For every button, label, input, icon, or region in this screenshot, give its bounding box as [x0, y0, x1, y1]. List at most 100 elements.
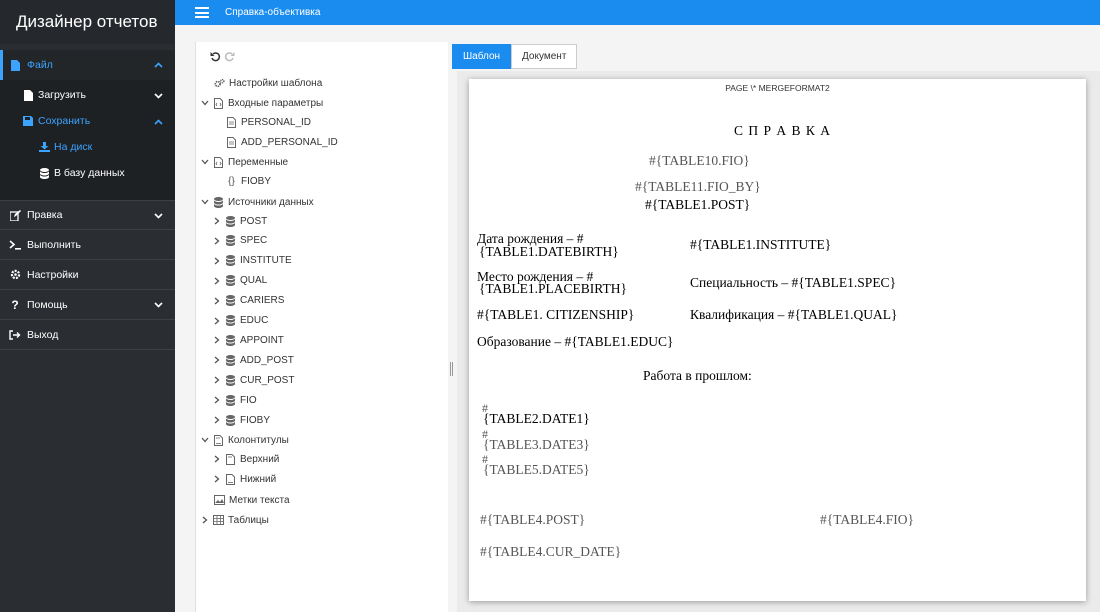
- menu-settings[interactable]: Настройки: [0, 260, 175, 290]
- file-upload-icon: [22, 89, 34, 101]
- doc-past-work: Работа в прошлом:: [643, 368, 752, 383]
- database-icon: [38, 167, 50, 179]
- tree-param-add-personal-id[interactable]: ADD_PERSONAL_ID: [226, 133, 338, 151]
- tree-tables[interactable]: Таблицы: [200, 511, 269, 529]
- topbar: Справка-объективка: [175, 0, 1100, 25]
- sidebar: Дизайнер отчетов Файл Загрузить Сохранит…: [0, 0, 175, 612]
- menu-exit[interactable]: Выход: [0, 320, 175, 350]
- tree-datasource-cur-post[interactable]: CUR_POST: [212, 371, 294, 389]
- chevron-down-icon: [200, 100, 210, 106]
- database-icon: [225, 354, 236, 366]
- hamburger-icon[interactable]: [195, 7, 209, 18]
- doc-educ: Образование – #{TABLE1.EDUC}: [477, 334, 674, 349]
- chevron-right-icon: [212, 455, 222, 463]
- doc-date1: {TABLE2.DATE1}: [483, 411, 590, 426]
- tab-document[interactable]: Документ: [511, 44, 578, 69]
- tree-footer[interactable]: Нижний: [212, 470, 276, 488]
- tree-variables-label: Переменные: [228, 156, 289, 168]
- file-code-icon: [213, 97, 224, 109]
- menu-run[interactable]: Выполнить: [0, 230, 175, 260]
- tree-datasources-label: Источники данных: [228, 196, 314, 208]
- menu-exit-label: Выход: [27, 328, 59, 341]
- tab-template[interactable]: Шаблон: [452, 44, 512, 69]
- tree-variable-label: FIOBY: [241, 175, 272, 187]
- tree-header-label: Верхний: [240, 453, 280, 465]
- chevron-right-icon: [200, 516, 210, 524]
- tree-datasource-post[interactable]: POST: [212, 212, 267, 230]
- database-icon: [225, 414, 236, 426]
- tree-datasource-label: FIO: [240, 394, 257, 406]
- chevron-right-icon: [212, 475, 222, 483]
- gear-icon: [8, 269, 22, 280]
- chevron-right-icon: [212, 376, 222, 384]
- tree-template-settings[interactable]: Настройки шаблона: [214, 74, 322, 92]
- chevron-right-icon: [212, 277, 222, 285]
- save-icon: [22, 116, 34, 126]
- tree-datasource-cariers[interactable]: CARIERS: [212, 292, 284, 310]
- tree-datasource-label: INSTITUTE: [240, 255, 292, 267]
- file-icon: [8, 59, 22, 71]
- menu-file-label: Файл: [27, 59, 53, 71]
- database-icon: [225, 334, 236, 346]
- tree-input-params-label: Входные параметры: [228, 97, 324, 109]
- tree-datasource-fio[interactable]: FIO: [212, 391, 257, 409]
- doc-fio4: #{TABLE4.FIO}: [820, 512, 914, 527]
- tree-datasource-institute[interactable]: INSTITUTE: [212, 252, 292, 270]
- doc-place-value: {TABLE1.PLACEBIRTH}: [479, 281, 627, 296]
- menu-save-label: Сохранить: [38, 115, 91, 127]
- doc-date3: {TABLE3.DATE3}: [483, 437, 590, 452]
- tree-datasource-spec[interactable]: SPEC: [212, 232, 267, 250]
- tree-variables[interactable]: Переменные: [200, 153, 288, 171]
- tree-datasource-label: FIOBY: [240, 414, 271, 426]
- tree-text-labels[interactable]: Метки текста: [214, 491, 290, 509]
- chevron-down-icon: [154, 90, 163, 102]
- menu-edit-label: Правка: [27, 209, 63, 221]
- tree-header[interactable]: Верхний: [212, 450, 279, 468]
- menu-help-label: Помощь: [27, 298, 68, 311]
- undo-icon[interactable]: [210, 51, 221, 62]
- tree-input-params[interactable]: Входные параметры: [200, 94, 323, 112]
- doc-heading: С П Р А В К А: [734, 123, 832, 138]
- doc-spec: Специальность – #{TABLE1.SPEC}: [690, 275, 897, 290]
- database-icon: [213, 196, 224, 208]
- tree-variable-fioby[interactable]: {} FIOBY: [226, 172, 271, 190]
- menu-save-to-db[interactable]: В базу данных: [0, 160, 175, 186]
- menu-help[interactable]: ? Помощь: [0, 290, 175, 320]
- file-icon: [213, 434, 224, 446]
- tree-datasource-fioby[interactable]: FIOBY: [212, 411, 270, 429]
- tree-footer-label: Нижний: [240, 473, 277, 485]
- menu-save[interactable]: Сохранить: [0, 108, 175, 134]
- tree-datasource-add-post[interactable]: ADD_POST: [212, 351, 294, 369]
- tree-param-personal-id[interactable]: PERSONAL_ID: [226, 113, 311, 131]
- menu-edit[interactable]: Правка: [0, 200, 175, 230]
- redo-icon[interactable]: [224, 51, 235, 62]
- app-title: Дизайнер отчетов: [0, 0, 175, 44]
- terminal-icon: [8, 239, 22, 250]
- chevron-down-icon: [200, 199, 210, 205]
- database-icon: [225, 275, 236, 287]
- doc-date5: {TABLE5.DATE5}: [483, 462, 590, 477]
- tree-toolbar: [196, 42, 448, 70]
- tree-datasource-label: CARIERS: [240, 295, 285, 307]
- template-tree-panel: Настройки шаблона Входные параметры PERS…: [195, 42, 448, 612]
- doc-post: #{TABLE1.POST}: [645, 197, 751, 212]
- menu-file[interactable]: Файл: [0, 50, 175, 80]
- menu-load[interactable]: Загрузить: [0, 82, 175, 108]
- tree-tables-label: Таблицы: [228, 514, 269, 526]
- menu-settings-label: Настройки: [27, 268, 79, 281]
- panel-splitter[interactable]: [450, 362, 453, 376]
- tree-datasource-qual[interactable]: QUAL: [212, 272, 267, 290]
- chevron-up-icon: [154, 59, 163, 71]
- doc-post4: #{TABLE4.POST}: [480, 512, 586, 527]
- sign-out-icon: [8, 329, 22, 340]
- tree-datasource-educ[interactable]: EDUC: [212, 312, 268, 330]
- tree-datasource-appoint[interactable]: APPOINT: [212, 331, 284, 349]
- tree-template-settings-label: Настройки шаблона: [229, 77, 323, 89]
- file-code-icon: [213, 156, 224, 168]
- menu-save-to-disk[interactable]: На диск: [0, 134, 175, 160]
- document-page[interactable]: PAGE \* MERGEFORMAT2 С П Р А В К А #{TAB…: [469, 79, 1086, 601]
- tree-headers-footers[interactable]: Колонтитулы: [200, 431, 289, 449]
- chevron-down-icon: [154, 210, 163, 222]
- tree-datasources[interactable]: Источники данных: [200, 193, 314, 211]
- chevron-right-icon: [212, 336, 222, 344]
